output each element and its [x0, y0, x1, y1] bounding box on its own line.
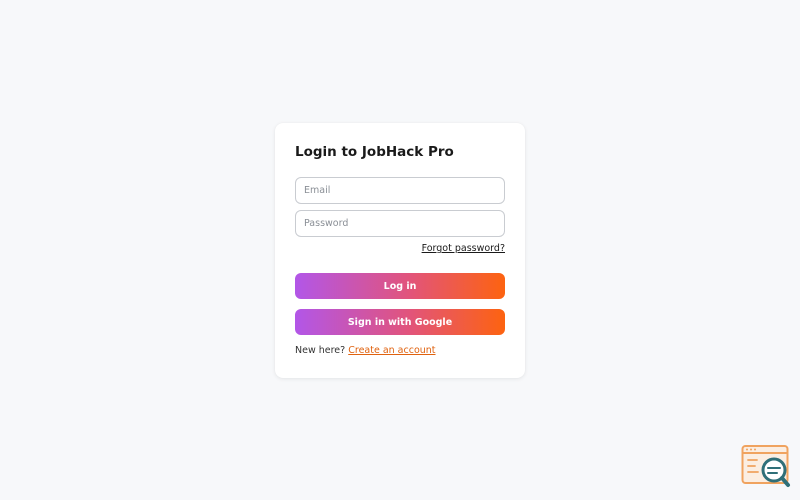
page: Login to JobHack Pro Forgot password? Lo… — [0, 0, 800, 500]
password-field[interactable] — [295, 210, 505, 237]
forgot-password-link[interactable]: Forgot password? — [422, 243, 505, 254]
login-button[interactable]: Log in — [295, 273, 505, 299]
login-card: Login to JobHack Pro Forgot password? Lo… — [275, 123, 525, 378]
email-field[interactable] — [295, 177, 505, 204]
window-search-icon[interactable] — [741, 444, 791, 488]
signup-row: New here? Create an account — [295, 345, 436, 356]
google-signin-button[interactable]: Sign in with Google — [295, 309, 505, 335]
page-title: Login to JobHack Pro — [295, 144, 454, 160]
create-account-link[interactable]: Create an account — [348, 345, 435, 356]
new-here-text: New here? — [295, 345, 346, 356]
